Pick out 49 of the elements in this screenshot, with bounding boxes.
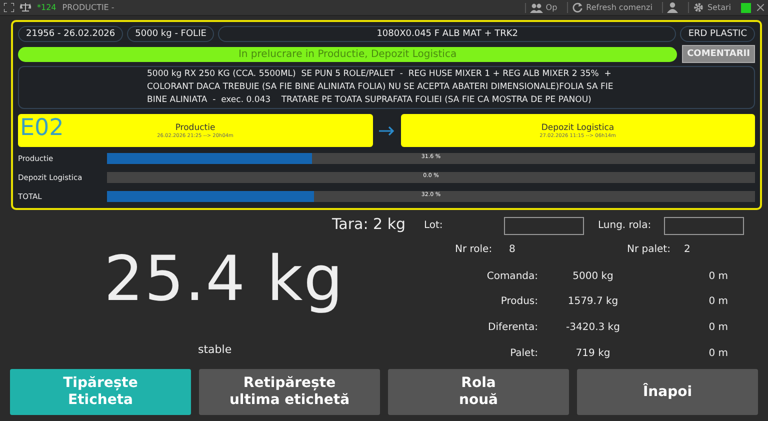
refresh-menu-item[interactable]: Refresh comenzi [567,2,656,13]
order-quantity: 5000 kg - FOLIE [127,26,214,42]
total-weight: -3420.3 kg [565,322,621,333]
users-icon [530,2,543,12]
total-label: Palet: [509,348,538,359]
pallet-label: Nr palet: [627,244,672,256]
op-menu-item[interactable]: Op [524,2,562,12]
refresh-icon [572,2,584,13]
machine-code: E02 [20,115,64,141]
order-number: 21956 - 26.02.2026 [18,26,124,42]
total-weight: 5000 kg [572,270,614,282]
settings-menu-item[interactable]: Setari [688,2,735,13]
order-notes: 5000 kg RX 250 KG (CCA. 5500ML) SE PUN 5 ROLE/PALET - REG HUSE MIXER 1 + REG ALB MIXER 2 35% + COLORANT DACA TREBUIE (SA FIE BINE ALINIATA FOLIA) NU SE ACEPTA ABATERI DIMENSIONALE)FOLIA SA FIE BINE ALINIATA - exec. 0.043 TRATARE PE TOATA SUPRAFATA FOLIEI (SA FIE CA MOSTRA DE PE PANOU) [18,66,755,109]
total-length: 0 m [708,348,728,359]
roll-length-label: Lung. rola: [598,220,652,232]
rolls-label: Nr role: [455,244,494,256]
total-length: 0 m [708,270,728,282]
window-title: PRODUCTIE - [62,3,114,12]
lot-field[interactable] [504,216,584,235]
weight-reading: 25.4 kg [104,242,344,315]
total-label: Produs: [500,296,538,308]
action-button[interactable]: Înapoi [577,369,758,415]
action-button[interactable]: Retipărește ultima etichetă [199,369,380,415]
counter: *124 [37,3,56,12]
scale-state: stable [198,343,232,356]
close-icon[interactable] [757,4,764,11]
total-weight: 719 kg [574,348,612,359]
user-icon [667,2,678,13]
pallet-number: 2 [684,244,690,256]
arrow-icon [378,126,394,136]
comments-button[interactable]: COMENTARII [682,45,755,63]
status-bar: In prelucrare in Productie, Depozit Logistica [18,46,678,62]
stage-name: Depozit Logistica [541,122,614,132]
total-label: Diferenta: [487,322,538,333]
scale-icon[interactable] [20,3,31,12]
rolls-count: 8 [509,244,516,256]
lot-label: Lot: [424,220,444,232]
total-weight: 1579.7 kg [566,296,620,308]
action-button[interactable]: Rola nouă [388,369,569,415]
total-length: 0 m [708,296,728,308]
client-name: ERD PLASTIC [680,26,755,42]
status-indicator [741,2,751,12]
total-label: Comanda: [486,270,538,282]
total-length: 0 m [708,322,728,333]
product-name: 1080X0.045 F ALB MAT + TRK2 [218,26,676,42]
roll-length-field[interactable] [664,216,744,235]
stage-name: Productie [175,122,216,132]
settings-icon [693,2,704,13]
tare-value: Tara: 2 kg [332,215,406,233]
